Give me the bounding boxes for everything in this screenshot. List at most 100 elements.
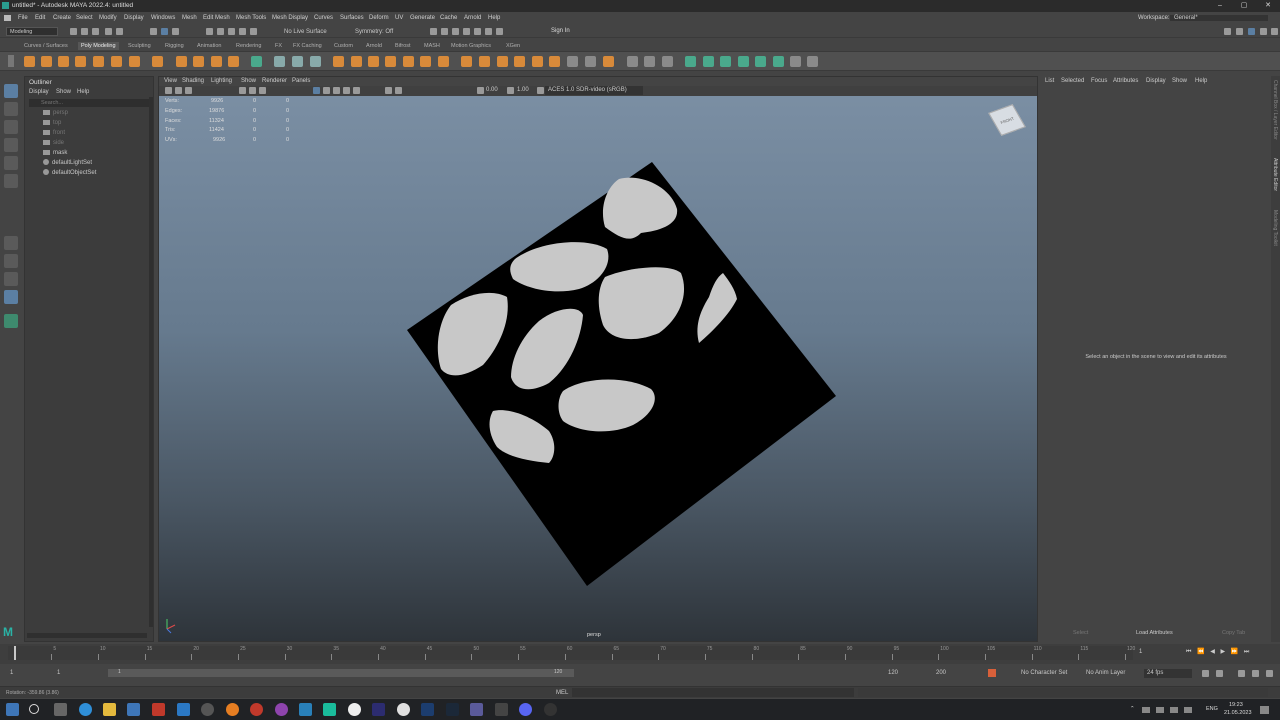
open-scene-icon[interactable] [81, 28, 88, 35]
hypershade-icon[interactable] [474, 28, 481, 35]
menu-modify[interactable]: Modify [99, 15, 117, 21]
shelf-tab-animation[interactable]: Animation [197, 43, 221, 49]
file-explorer-icon[interactable] [103, 703, 116, 716]
ae-select-button[interactable]: Select [1073, 630, 1088, 636]
menu-help[interactable]: Help [488, 15, 500, 21]
channel-box-toggle-icon[interactable] [1260, 28, 1267, 35]
settings-icon[interactable] [1266, 670, 1273, 677]
fps-dropdown[interactable]: 24 fps [1144, 669, 1192, 678]
poly-sphere-icon[interactable] [24, 56, 35, 67]
modeling-toolkit-tab[interactable]: Modeling Toolkit [1272, 210, 1278, 246]
search-icon[interactable] [29, 704, 39, 714]
app-bag-icon[interactable] [470, 703, 483, 716]
menu-mesh[interactable]: Mesh [182, 15, 197, 21]
quad-draw-icon[interactable] [662, 56, 673, 67]
shelf-tab-custom[interactable]: Custom [334, 43, 353, 49]
outliner-item-top[interactable]: top [43, 119, 61, 128]
workspace-dropdown[interactable]: General* [1170, 15, 1268, 21]
chrome-icon[interactable] [397, 703, 410, 716]
undo-icon[interactable] [105, 28, 112, 35]
shelf-tab-xgen[interactable]: XGen [506, 43, 520, 49]
select-by-object-icon[interactable] [172, 28, 179, 35]
auto-key-icon[interactable] [988, 669, 996, 677]
firefox-icon[interactable] [226, 703, 239, 716]
time-ruler[interactable]: 5 10 15 20 25 30 35 40 45 50 55 60 65 70 75 80 85 90 95 100… [8, 646, 1135, 660]
snap-to-curve-icon[interactable] [217, 28, 224, 35]
poly-type-icon[interactable] [211, 56, 222, 67]
perspective-viewport[interactable]: View Shading Lighting Show Renderer Pane… [158, 76, 1038, 642]
menu-file[interactable]: File [18, 15, 28, 21]
current-time-marker[interactable] [14, 646, 16, 660]
new-scene-icon[interactable] [70, 28, 77, 35]
maya-taskbar-icon[interactable] [323, 703, 336, 716]
extrude-icon[interactable] [403, 56, 414, 67]
task-view-icon[interactable] [54, 703, 67, 716]
ipr-render-icon[interactable] [452, 28, 459, 35]
outliner-item-front[interactable]: front [43, 129, 65, 138]
arnold-ipr-icon[interactable] [496, 28, 503, 35]
sweep-mesh-icon[interactable] [193, 56, 204, 67]
poly-plane-icon[interactable] [111, 56, 122, 67]
app-g-icon[interactable] [250, 703, 263, 716]
reduce-icon[interactable] [351, 56, 362, 67]
attribute-editor-tab[interactable]: Attribute Editor [1272, 158, 1278, 191]
outliner-item-default-light-set[interactable]: defaultLightSet [43, 159, 92, 168]
sign-in-button[interactable]: Sign In [541, 27, 601, 36]
menu-windows[interactable]: Windows [151, 15, 175, 21]
poly-cylinder-icon[interactable] [58, 56, 69, 67]
outliner-horizontal-scrollbar[interactable] [27, 633, 147, 638]
network-icon[interactable] [1156, 707, 1164, 713]
rotate-tool-icon[interactable] [4, 156, 18, 170]
app-grid-icon[interactable] [495, 703, 508, 716]
shelf-menu-icon[interactable] [8, 55, 14, 67]
shelf-tab-curves-surfaces[interactable]: Curves / Surfaces [24, 43, 68, 49]
unreal-icon[interactable] [544, 703, 557, 716]
outliner-menu-show[interactable]: Show [56, 89, 71, 95]
super-shape-icon[interactable] [176, 56, 187, 67]
shelf-tab-rendering[interactable]: Rendering [236, 43, 261, 49]
range-bar[interactable]: 1 120 [108, 669, 574, 677]
shelf-tab-bifrost[interactable]: Bifrost [395, 43, 411, 49]
app-64-icon[interactable] [152, 703, 165, 716]
shelf-tab-fx[interactable]: FX [275, 43, 282, 49]
store-icon[interactable] [127, 703, 140, 716]
minimize-button[interactable]: – [1208, 0, 1232, 12]
anim-prefs-icon[interactable] [1238, 670, 1245, 677]
clock-date[interactable]: 21.05.2023 [1224, 710, 1252, 716]
ae-copy-tab-button[interactable]: Copy Tab [1222, 630, 1245, 636]
current-frame-field[interactable]: 1 [1139, 649, 1142, 655]
symmetry-dropdown[interactable]: Symmetry: Off [355, 29, 393, 35]
character-set-dropdown[interactable]: No Character Set [1021, 670, 1067, 676]
battery-icon[interactable] [1184, 707, 1192, 713]
multi-cut-icon[interactable] [627, 56, 638, 67]
quick-find-icon[interactable] [4, 314, 18, 328]
sound-icon[interactable] [1216, 670, 1223, 677]
smooth-icon[interactable] [310, 56, 321, 67]
separate-icon[interactable] [274, 56, 285, 67]
make-live-icon[interactable] [250, 28, 257, 35]
range-end-field[interactable]: 120 [888, 670, 898, 676]
planar-uv-icon[interactable] [685, 56, 696, 67]
clock-time[interactable]: 19:23 [1229, 702, 1243, 708]
outliner-menu-display[interactable]: Display [29, 89, 49, 95]
detach-icon[interactable] [567, 56, 578, 67]
mail-icon[interactable] [177, 703, 190, 716]
svg-icon[interactable] [228, 56, 239, 67]
uv-editor-icon[interactable] [773, 56, 784, 67]
edge-icon[interactable] [79, 703, 92, 716]
mode-dropdown[interactable]: Modeling [6, 27, 58, 36]
cylindrical-uv-icon[interactable] [703, 56, 714, 67]
outliner-item-side[interactable]: side [43, 139, 64, 148]
automatic-uv-icon[interactable] [738, 56, 749, 67]
menu-curves[interactable]: Curves [314, 15, 333, 21]
merge-icon[interactable] [585, 56, 596, 67]
live-surface-label[interactable]: No Live Surface [284, 29, 327, 35]
render-view-icon[interactable] [430, 28, 437, 35]
lasso-tool-icon[interactable] [4, 102, 18, 116]
combine-icon[interactable] [251, 56, 262, 67]
app-y-icon[interactable] [348, 703, 361, 716]
remesh-icon[interactable] [368, 56, 379, 67]
poly-torus-icon[interactable] [93, 56, 104, 67]
menu-arnold[interactable]: Arnold [464, 15, 481, 21]
outliner-menu-help[interactable]: Help [77, 89, 89, 95]
